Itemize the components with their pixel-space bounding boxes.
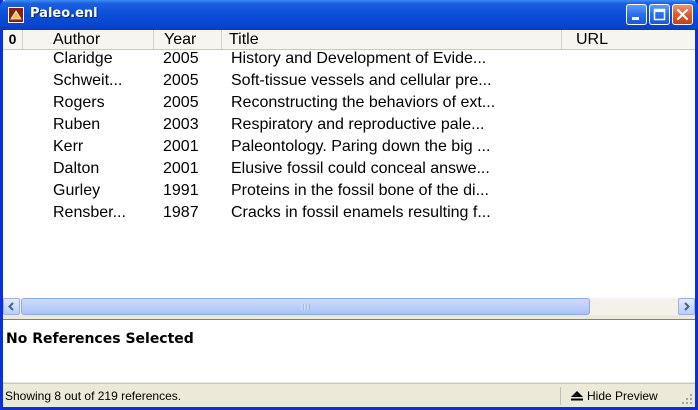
reference-row[interactable]: Rogers 2005 Reconstructing the behaviors… xyxy=(3,94,695,116)
attachment-column-label: 0 xyxy=(8,31,17,47)
reference-row[interactable]: Kerr 2001 Paleontology. Paring down the … xyxy=(3,138,695,160)
title-bar[interactable]: Paleo.enl xyxy=(0,0,698,30)
reference-title: History and Development of Evide... xyxy=(231,50,487,67)
column-header: 0 Author Year Title URL xyxy=(3,30,695,50)
up-arrow-icon xyxy=(571,391,583,401)
resize-grip-icon[interactable] xyxy=(680,392,694,406)
status-bar: Showing 8 out of 219 references. Hide Pr… xyxy=(3,383,695,407)
reference-row[interactable]: Gurley 1991 Proteins in the fossil bone … xyxy=(3,182,695,204)
library-window: Paleo.enl 0 Author Year Title URL Clarid… xyxy=(0,0,698,410)
reference-title: Proteins in the fossil bone of the di... xyxy=(231,182,489,199)
reference-year: 1991 xyxy=(163,182,199,199)
close-button[interactable] xyxy=(672,4,693,25)
reference-year: 1987 xyxy=(163,204,199,221)
chevron-right-icon xyxy=(684,302,690,311)
maximize-button[interactable] xyxy=(649,4,670,25)
reference-author: Kerr xyxy=(53,138,84,155)
status-divider xyxy=(560,387,561,405)
reference-author: Rogers xyxy=(53,94,105,111)
preview-message: No References Selected xyxy=(6,331,194,347)
reference-list[interactable]: Claridge 2005 History and Development of… xyxy=(3,50,695,298)
window-title: Paleo.enl xyxy=(30,6,98,21)
reference-title: Paleontology. Paring down the big ... xyxy=(231,138,491,155)
horizontal-scrollbar[interactable] xyxy=(3,298,695,315)
grip-icon xyxy=(300,303,312,311)
scrollbar-thumb[interactable] xyxy=(21,298,590,315)
author-column-label: Author xyxy=(53,31,101,48)
hide-preview-button[interactable]: Hide Preview xyxy=(569,387,658,405)
close-icon xyxy=(676,8,689,21)
preview-pane[interactable]: No References Selected xyxy=(3,319,695,382)
column-year[interactable]: Year xyxy=(154,30,222,49)
reference-author: Rensber... xyxy=(53,204,126,221)
reference-row[interactable]: Dalton 2001 Elusive fossil could conceal… xyxy=(3,160,695,182)
reference-author: Dalton xyxy=(53,160,100,177)
reference-author: Gurley xyxy=(53,182,101,199)
minimize-icon xyxy=(632,17,639,20)
column-author[interactable]: Author xyxy=(23,30,154,49)
title-column-label: Title xyxy=(229,31,259,48)
reference-row[interactable]: Ruben 2003 Respiratory and reproductive … xyxy=(3,116,695,138)
column-attachment[interactable]: 0 xyxy=(3,30,23,49)
reference-year: 2005 xyxy=(163,94,199,111)
reference-title: Cracks in fossil enamels resulting f... xyxy=(231,204,491,221)
scroll-left-button[interactable] xyxy=(3,298,20,315)
reference-year: 2005 xyxy=(163,72,199,89)
reference-title: Reconstructing the behaviors of ext... xyxy=(231,94,496,111)
reference-row[interactable]: Rensber... 1987 Cracks in fossil enamels… xyxy=(3,204,695,226)
endnote-library-icon[interactable] xyxy=(8,7,24,23)
reference-year: 2005 xyxy=(163,50,199,67)
reference-author: Schweit... xyxy=(53,72,123,89)
chevron-left-icon xyxy=(8,302,14,311)
reference-author: Claridge xyxy=(53,50,113,67)
reference-title: Elusive fossil could conceal answe... xyxy=(231,160,490,177)
reference-row[interactable]: Schweit... 2005 Soft-tissue vessels and … xyxy=(3,72,695,94)
reference-count-status: Showing 8 out of 219 references. xyxy=(5,389,182,403)
scroll-right-button[interactable] xyxy=(678,298,695,315)
reference-year: 2001 xyxy=(163,138,199,155)
reference-author: Ruben xyxy=(53,116,101,133)
reference-year: 2001 xyxy=(163,160,199,177)
column-url[interactable]: URL xyxy=(562,30,695,49)
url-column-label: URL xyxy=(576,31,609,48)
year-column-label: Year xyxy=(164,31,197,48)
hide-preview-label: Hide Preview xyxy=(587,389,658,403)
reference-row[interactable]: Claridge 2005 History and Development of… xyxy=(3,50,695,72)
reference-title: Soft-tissue vessels and cellular pre... xyxy=(231,72,492,89)
column-title[interactable]: Title xyxy=(222,30,562,49)
minimize-button[interactable] xyxy=(626,4,647,25)
maximize-icon xyxy=(653,8,666,21)
reference-title: Respiratory and reproductive pale... xyxy=(231,116,485,133)
reference-year: 2003 xyxy=(163,116,199,133)
